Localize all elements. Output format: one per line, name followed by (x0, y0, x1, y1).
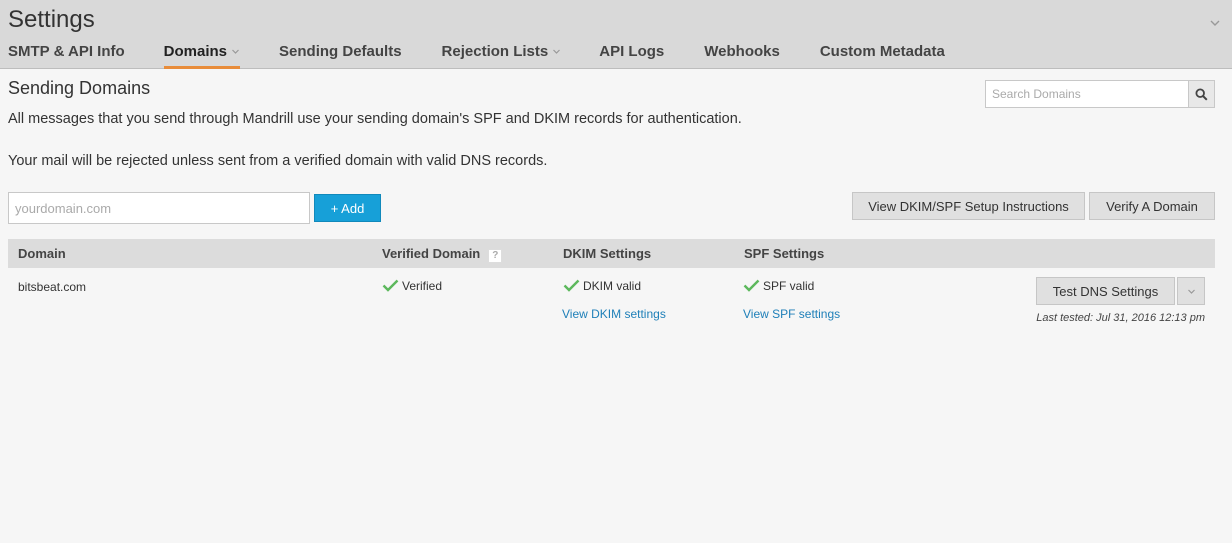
last-tested-timestamp: Last tested: Jul 31, 2016 12:13 pm (1036, 312, 1205, 324)
column-header-spf: SPF Settings (744, 246, 825, 261)
view-spf-settings-link[interactable]: View SPF settings (743, 307, 840, 321)
table-header: Domain Verified Domain? DKIM Settings SP… (8, 239, 1215, 268)
spf-status: SPF valid (743, 279, 814, 293)
search-input[interactable] (985, 80, 1188, 108)
tab-label: Custom Metadata (819, 43, 945, 60)
tab-custom-metadata[interactable]: Custom Metadata (820, 43, 945, 69)
column-header-dkim: DKIM Settings (563, 246, 652, 261)
tab-domains[interactable]: Domains (163, 43, 241, 69)
section-title: Sending Domains (8, 78, 151, 98)
tab-webhooks[interactable]: Webhooks (704, 43, 780, 69)
warning-text: Your mail will be rejected unless sent f… (8, 153, 548, 169)
tab-label: Sending Defaults (279, 43, 402, 60)
top-bar: Settings SMTP & API Info Domains Sending… (0, 0, 1232, 69)
column-header-label: Verified Domain (382, 246, 481, 261)
tab-smtp-api-info[interactable]: SMTP & API Info (8, 43, 125, 69)
tab-api-logs[interactable]: API Logs (599, 43, 664, 69)
test-dns-dropdown-button[interactable] (1177, 277, 1205, 305)
check-icon (382, 279, 399, 292)
tab-label: Webhooks (704, 43, 780, 60)
search-icon (1195, 87, 1208, 101)
spf-status-label: SPF valid (763, 279, 815, 293)
tab-sending-defaults[interactable]: Sending Defaults (279, 43, 402, 69)
view-dkim-spf-instructions-button[interactable]: View DKIM/SPF Setup Instructions (852, 192, 1085, 220)
column-header-verified: Verified Domain? (382, 246, 503, 263)
verify-domain-button[interactable]: Verify A Domain (1089, 192, 1215, 220)
add-domain-input[interactable] (8, 192, 310, 224)
search-box (985, 80, 1215, 108)
add-domain-button[interactable]: + Add (314, 194, 381, 222)
help-icon[interactable]: ? (488, 249, 503, 263)
domain-name: bitsbeat.com (18, 280, 87, 294)
verified-status: Verified (382, 279, 442, 293)
check-icon (563, 279, 580, 292)
table-row: bitsbeat.com Verified DKIM valid View DK… (8, 268, 1215, 334)
view-dkim-settings-link[interactable]: View DKIM settings (562, 307, 666, 321)
description-text: All messages that you send through Mandr… (8, 111, 742, 127)
chevron-down-icon[interactable] (1208, 16, 1222, 30)
tab-label: Rejection Lists (441, 43, 549, 60)
search-button[interactable] (1188, 80, 1215, 108)
test-dns-settings-button[interactable]: Test DNS Settings (1036, 277, 1175, 305)
page-title: Settings (8, 6, 95, 33)
test-dns-group: Test DNS Settings (1036, 277, 1205, 305)
check-icon (743, 279, 760, 292)
dkim-status: DKIM valid (563, 279, 641, 293)
settings-tabs: SMTP & API Info Domains Sending Defaults… (0, 43, 945, 69)
verified-label: Verified (402, 279, 443, 293)
tab-rejection-lists[interactable]: Rejection Lists (442, 43, 562, 69)
dkim-status-label: DKIM valid (583, 279, 642, 293)
tab-label: Domains (163, 43, 228, 60)
chevron-down-icon (1187, 289, 1195, 294)
chevron-down-icon (553, 49, 561, 54)
tab-label: API Logs (599, 43, 665, 60)
tab-label: SMTP & API Info (8, 43, 125, 60)
chevron-down-icon (232, 49, 239, 54)
column-header-domain: Domain (18, 246, 66, 261)
